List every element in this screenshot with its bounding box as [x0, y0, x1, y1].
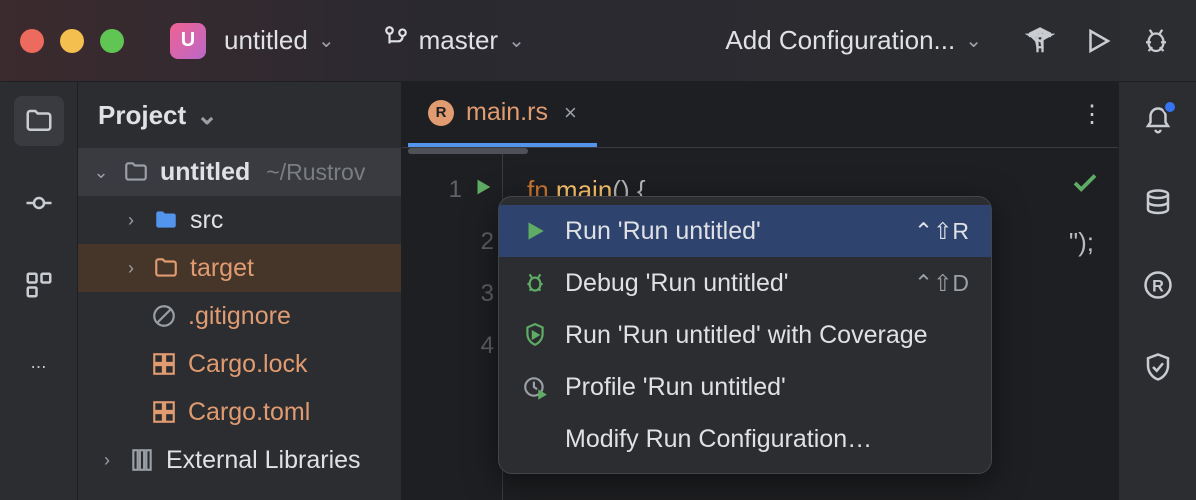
gutter-line: 4 [402, 320, 502, 372]
run-gutter-icon[interactable] [472, 176, 494, 205]
line-number: 1 [449, 176, 462, 204]
chevron-down-icon: ⌄ [318, 28, 335, 53]
titlebar: U untitled ⌄ master ⌄ Add Configuration.… [0, 0, 1196, 82]
left-tool-rail: ⋯ [0, 82, 78, 500]
menu-item-debug[interactable]: Debug 'Run untitled' ⌃⇧D [499, 257, 991, 309]
build-button[interactable] [1020, 21, 1060, 61]
menu-item-modify-config[interactable]: Modify Run Configuration… [499, 413, 991, 465]
cargo-icon [150, 350, 178, 378]
project-icon: U [170, 23, 206, 59]
project-panel: Project ⌄ ⌄ untitled ~/Rustrov › src › [78, 82, 402, 500]
gutter-line: 2 [402, 216, 502, 268]
library-icon [128, 446, 156, 474]
more-horizontal-icon: ⋯ [31, 357, 47, 377]
play-icon [521, 217, 549, 245]
clock-play-icon [521, 373, 549, 401]
gutter: 1 2 3 4 [402, 154, 502, 500]
menu-shortcut: ⌃⇧D [914, 270, 969, 297]
right-tool-rail: R [1118, 82, 1196, 500]
run-config-selector[interactable]: Add Configuration... ⌄ [725, 25, 982, 56]
tree-label: untitled [160, 158, 250, 187]
project-panel-header[interactable]: Project ⌄ [78, 82, 401, 148]
tree-file-cargo-lock[interactable]: Cargo.lock [78, 340, 401, 388]
chevron-down-icon: ⌄ [90, 162, 112, 183]
notification-dot [1163, 100, 1177, 114]
svg-text:R: R [1152, 277, 1164, 295]
folder-icon [122, 158, 150, 186]
minimize-window-button[interactable] [60, 29, 84, 53]
menu-item-coverage[interactable]: Run 'Run untitled' with Coverage [499, 309, 991, 361]
more-vertical-icon: ⋮ [1080, 100, 1106, 129]
ignore-icon [150, 302, 178, 330]
folder-icon [152, 206, 180, 234]
chevron-down-icon: ⌄ [965, 28, 982, 53]
tree-label: .gitignore [188, 302, 291, 331]
chevron-right-icon: › [120, 210, 142, 231]
shield-play-icon [521, 321, 549, 349]
tree-label: Cargo.toml [188, 398, 310, 427]
database-tool-button[interactable] [1133, 178, 1183, 228]
commit-tool-button[interactable] [14, 178, 64, 228]
gutter-line[interactable]: 1 [402, 164, 502, 216]
tree-folder-target[interactable]: › target [78, 244, 401, 292]
tree-label: External Libraries [166, 446, 361, 475]
tab-more-button[interactable]: ⋮ [1068, 82, 1118, 147]
rust-tool-button[interactable]: R [1133, 260, 1183, 310]
project-name-label: untitled [224, 25, 308, 56]
tree-path: ~/Rustrov [266, 159, 365, 186]
window-controls [20, 29, 124, 53]
project-selector[interactable]: untitled ⌄ [224, 25, 335, 56]
tree-label: target [190, 254, 254, 283]
line-number: 2 [481, 228, 494, 256]
tab-main-rs[interactable]: R main.rs × [408, 82, 597, 147]
security-tool-button[interactable] [1133, 342, 1183, 392]
close-icon[interactable]: × [564, 100, 577, 126]
notifications-button[interactable] [1133, 96, 1183, 146]
structure-tool-button[interactable] [14, 260, 64, 310]
chevron-right-icon: › [120, 258, 142, 279]
editor-tabs: R main.rs × ⋮ [402, 82, 1118, 148]
menu-item-run[interactable]: Run 'Run untitled' ⌃⇧R [499, 205, 991, 257]
tree-file-gitignore[interactable]: .gitignore [78, 292, 401, 340]
tree-root[interactable]: ⌄ untitled ~/Rustrov [78, 148, 401, 196]
tree-file-cargo-toml[interactable]: Cargo.toml [78, 388, 401, 436]
menu-label: Run 'Run untitled' [565, 217, 898, 246]
tree-folder-src[interactable]: › src [78, 196, 401, 244]
gutter-line: 3 [402, 268, 502, 320]
line-number: 3 [481, 280, 494, 308]
chevron-right-icon: › [96, 450, 118, 471]
menu-item-profile[interactable]: Profile 'Run untitled' [499, 361, 991, 413]
menu-shortcut: ⌃⇧R [914, 218, 969, 245]
menu-label: Profile 'Run untitled' [565, 373, 969, 402]
project-tree: ⌄ untitled ~/Rustrov › src › target [78, 148, 401, 500]
cargo-icon [150, 398, 178, 426]
git-branch-icon [383, 24, 409, 57]
more-tool-button[interactable]: ⋯ [14, 342, 64, 392]
tree-label: src [190, 206, 223, 235]
project-tool-button[interactable] [14, 96, 64, 146]
project-panel-title: Project [98, 100, 186, 131]
git-branch-selector[interactable]: master ⌄ [383, 24, 525, 57]
tab-label: main.rs [466, 98, 548, 127]
run-context-menu: Run 'Run untitled' ⌃⇧R Debug 'Run untitl… [498, 196, 992, 474]
bug-icon [521, 269, 549, 297]
folder-icon [152, 254, 180, 282]
run-config-label: Add Configuration... [725, 25, 955, 56]
line-number: 4 [481, 332, 494, 360]
debug-button[interactable] [1136, 21, 1176, 61]
tree-label: Cargo.lock [188, 350, 308, 379]
close-window-button[interactable] [20, 29, 44, 53]
inspections-ok-icon[interactable] [1070, 168, 1100, 203]
menu-label: Run 'Run untitled' with Coverage [565, 321, 969, 350]
rust-file-icon: R [428, 100, 454, 126]
run-button[interactable] [1078, 21, 1118, 61]
maximize-window-button[interactable] [100, 29, 124, 53]
chevron-down-icon: ⌄ [196, 100, 218, 131]
tree-external-libraries[interactable]: › External Libraries [78, 436, 401, 484]
menu-label: Modify Run Configuration… [565, 425, 969, 454]
menu-label: Debug 'Run untitled' [565, 269, 898, 298]
branch-name-label: master [419, 25, 498, 56]
chevron-down-icon: ⌄ [508, 28, 525, 53]
